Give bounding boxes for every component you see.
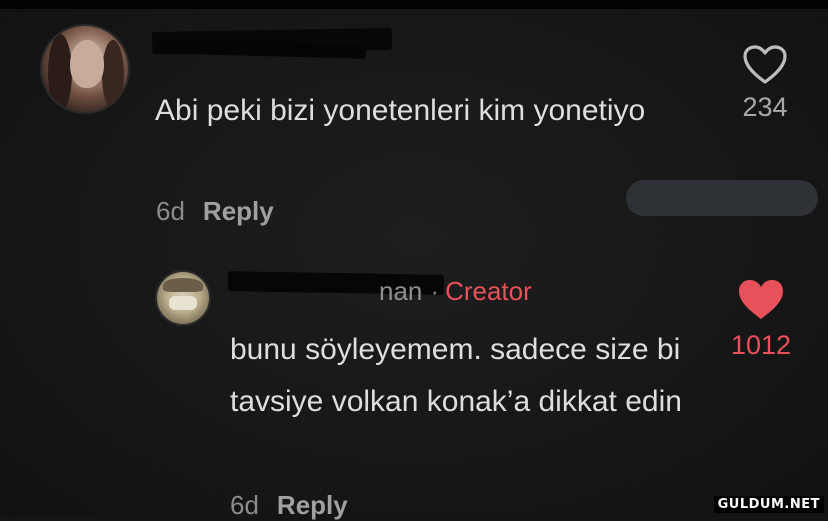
- like-count: 234: [742, 92, 788, 122]
- creator-avatar[interactable]: [155, 270, 211, 326]
- view-replies-bar[interactable]: [626, 180, 818, 216]
- reply-meta: 6d Reply: [230, 490, 348, 521]
- avatar-hair: [102, 40, 124, 110]
- reply-button[interactable]: Reply: [277, 490, 348, 520]
- heart-filled-icon: [739, 280, 783, 319]
- reply-text: bunu söyleyemem. sadece size bi tavsiye …: [230, 333, 682, 418]
- comment-meta: 6d Reply: [156, 196, 274, 227]
- avatar[interactable]: [40, 24, 130, 114]
- like-button[interactable]: 234: [736, 44, 794, 123]
- like-count: 1012: [730, 330, 792, 360]
- top-edge: [0, 0, 828, 9]
- heart-outline-icon: [743, 45, 787, 84]
- username-tail[interactable]: nan: [379, 276, 422, 306]
- separator: ·: [430, 276, 440, 306]
- avatar-cap: [163, 278, 203, 292]
- creator-badge: Creator: [445, 276, 532, 306]
- reply-age: 6d: [230, 490, 259, 520]
- avatar-mask: [169, 296, 197, 310]
- comment-age: 6d: [156, 196, 185, 226]
- reply-button[interactable]: Reply: [203, 196, 274, 226]
- avatar-face: [70, 40, 104, 88]
- watermark: GULDUM.NET: [713, 496, 824, 513]
- avatar-hair: [48, 34, 72, 112]
- creator-name-row: nan · Creator: [229, 276, 532, 307]
- like-button[interactable]: 1012: [724, 278, 798, 361]
- comment-text: Abi peki bizi yonetenleri kim yonetiyo: [155, 94, 646, 127]
